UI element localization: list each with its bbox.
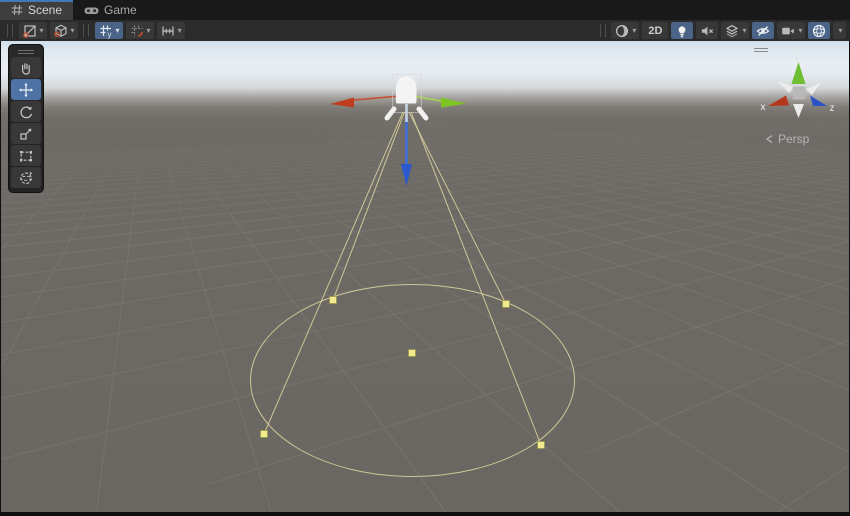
spotlight-cone-gizmo [251,112,575,477]
rotate-tool[interactable] [11,101,41,122]
orientation-gizmo-drag-handle[interactable] [754,48,768,52]
x-axis-arrow[interactable] [330,98,354,108]
chevron-down-icon: ▾ [71,27,75,35]
lighting-toggle-button[interactable] [671,22,693,39]
ground-grid [1,105,849,513]
cube-icon [53,23,69,39]
gizmos-button[interactable] [808,22,830,39]
toolbar-separator [600,24,606,37]
scene-toolbar: ▾▾y▾▾▾ ▾2D▾▾▾ [0,20,850,41]
cone-handle[interactable] [261,431,268,438]
axis-label-x: x [761,102,766,113]
move-snap-button[interactable]: ▾ [157,22,185,39]
gizmo-axis-neg-x[interactable] [806,83,821,96]
transform-tool[interactable] [11,167,41,188]
draw-mode-button[interactable]: ▾ [19,22,47,39]
scene-viewport[interactable]: y x z Persp [1,41,849,512]
cone-handle[interactable] [330,297,337,304]
transform-icon [18,170,34,186]
eyeslash-icon [755,23,771,39]
hand-icon [18,60,34,76]
chevron-down-icon: ▾ [147,27,151,35]
axis-label-y: y [795,52,800,63]
z-axis-arrow[interactable] [441,98,466,108]
cone-handle[interactable] [538,442,545,449]
audio-toggle-button[interactable] [696,22,718,39]
gizmo-cube[interactable] [793,87,806,100]
axis-label-z: z [830,103,835,114]
debug-mode-button[interactable]: ▾ [50,22,78,39]
chevron-down-icon: ▾ [632,27,636,35]
toolbar-right-group: ▾ 2D ▾ ▾ ▾ [596,20,847,41]
grid-visibility-button[interactable]: y▾ [95,22,123,39]
gridy-icon: y [98,23,114,39]
gamepad-icon [84,5,99,16]
projection-toggle[interactable]: Persp [765,132,809,146]
2d-toggle-button[interactable]: 2D [642,22,668,39]
light-ray [419,109,426,118]
bulb-icon [674,23,690,39]
drawmode-icon [22,23,38,39]
chevron-down-icon: ▾ [798,27,802,35]
shading-mode-button[interactable]: ▾ [611,22,639,39]
rect-icon [18,148,34,164]
chevron-down-icon: ▾ [40,27,44,35]
tool-palette-overlay [8,44,44,193]
light-bulb-icon [396,76,417,103]
tab-bar: Scene Game [0,0,850,20]
chevron-down-icon: ▾ [742,27,746,35]
gizmo-axis-y[interactable] [792,62,806,84]
effects-icon [724,23,740,39]
tab-game-label: Game [104,3,137,17]
gizmo-axis-neg-z[interactable] [777,81,794,93]
toolbar-left-group: ▾▾y▾▾▾ [3,20,186,41]
cone-handle[interactable] [409,350,416,357]
z-axis-handle[interactable] [413,96,441,101]
scale-icon [18,126,34,142]
sphere-icon [614,23,630,39]
svg-text:y: y [107,30,111,39]
rect-tool[interactable] [11,145,41,166]
chevron-down-icon: ▾ [838,27,842,35]
tab-scene-label: Scene [28,3,62,17]
snap-increment-button[interactable]: ▾ [126,22,154,39]
camera-settings-button[interactable]: ▾ [777,22,805,39]
gizmo-axis-neg-y[interactable] [793,104,804,118]
scene-grid-icon [11,4,23,16]
unity-scene-view-window: Scene Game ▾▾y▾▾▾ ▾2D▾▾▾ yxz Persp [0,0,850,516]
camera-icon [780,23,796,39]
gizmo-axis-x[interactable] [768,96,789,107]
tab-scene[interactable]: Scene [0,0,73,20]
effects-button[interactable]: ▾ [721,22,749,39]
chevron-left-icon [765,134,774,144]
scene-visibility-button[interactable] [752,22,774,39]
gizmo-axis-z[interactable] [810,96,827,107]
2d-toggle-button-label: 2D [645,25,665,37]
rotate-icon [18,104,34,120]
projection-label: Persp [778,132,809,146]
chevron-down-icon: ▾ [116,27,120,35]
palette-drag-handle[interactable] [9,47,43,56]
orientation-gizmo: y x z [761,52,835,118]
move-tool[interactable] [11,79,41,100]
cone-handle[interactable] [503,301,510,308]
scene-render: y x z [1,41,849,512]
toolbar-separator [7,24,13,37]
audiomute-icon [699,23,715,39]
x-axis-handle[interactable] [354,96,400,100]
gizmosphere-icon [811,23,827,39]
move-icon [18,82,34,98]
tab-game[interactable]: Game [73,0,148,20]
view-tool[interactable] [11,57,41,78]
scale-tool[interactable] [11,123,41,144]
snapgrid-icon [129,23,145,39]
toolbar-separator [83,24,89,37]
gizmos-caret-button[interactable]: ▾ [833,22,845,39]
movesnap-icon [160,23,176,39]
chevron-down-icon: ▾ [178,27,182,35]
